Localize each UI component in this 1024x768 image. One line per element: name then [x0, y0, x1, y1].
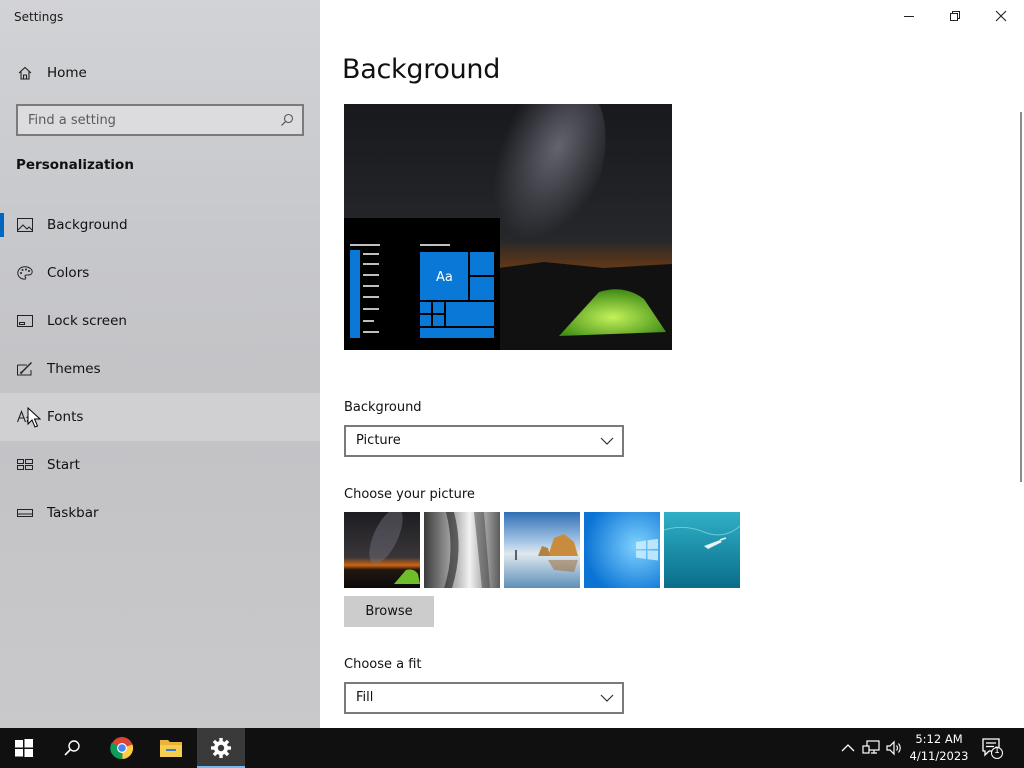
- thumbnail-underwater[interactable]: [664, 512, 740, 588]
- minimize-icon: [904, 16, 914, 17]
- home-label: Home: [47, 65, 87, 81]
- sidebar-item-lock-screen[interactable]: Lock screen: [0, 297, 320, 345]
- chevron-down-icon: [600, 694, 614, 702]
- search-box: [16, 104, 304, 136]
- fit-dropdown-value: Fill: [356, 690, 374, 705]
- choose-fit-label: Choose a fit: [344, 657, 422, 672]
- background-dropdown-value: Picture: [356, 433, 401, 448]
- thumbnail-night-sky[interactable]: [344, 512, 420, 588]
- gear-icon: [211, 738, 231, 758]
- home-icon: [18, 66, 32, 80]
- close-button[interactable]: [978, 0, 1024, 32]
- section-title: Personalization: [16, 157, 134, 173]
- chevron-down-icon: [600, 437, 614, 445]
- mouse-cursor-icon: [27, 407, 41, 428]
- sidebar-item-themes[interactable]: Themes: [0, 345, 320, 393]
- sidebar-item-background[interactable]: Background: [0, 201, 320, 249]
- search-icon[interactable]: [280, 113, 294, 127]
- clock-date: 4/11/2023: [909, 749, 969, 763]
- clock[interactable]: 5:12 AM 4/11/2023: [906, 731, 972, 765]
- sidebar-item-label: Start: [47, 457, 80, 473]
- network-icon[interactable]: [861, 738, 881, 758]
- clock-time: 5:12 AM: [915, 732, 963, 746]
- thumbnail-windows-blue[interactable]: [584, 512, 660, 588]
- settings-button[interactable]: [197, 728, 245, 768]
- lock-screen-icon: [17, 315, 33, 327]
- choose-picture-label: Choose your picture: [344, 487, 475, 502]
- scrollbar[interactable]: [1020, 112, 1022, 482]
- thumbnail-rock-cliff[interactable]: [424, 512, 500, 588]
- preview-image: [344, 104, 672, 350]
- preview-tile-label: Aa: [436, 270, 453, 285]
- sidebar-item-label: Taskbar: [47, 505, 99, 521]
- chrome-icon: [110, 737, 134, 760]
- sidebar-item-start[interactable]: Start: [0, 441, 320, 489]
- sidebar-item-label: Lock screen: [47, 313, 127, 329]
- picture-icon: [17, 218, 33, 232]
- thumbnail-beach-rocks[interactable]: [504, 512, 580, 588]
- search-input[interactable]: [18, 107, 268, 133]
- taskbar-icon: [17, 509, 33, 517]
- taskbar: 5:12 AM 4/11/2023 1: [0, 728, 1024, 768]
- fit-dropdown[interactable]: Fill: [344, 682, 624, 714]
- restore-button[interactable]: [932, 0, 978, 32]
- restore-icon: [950, 11, 960, 21]
- sidebar-item-colors[interactable]: Colors: [0, 249, 320, 297]
- minimize-button[interactable]: [886, 0, 932, 32]
- start-icon: [17, 459, 33, 470]
- palette-icon: [17, 266, 33, 280]
- file-explorer-button[interactable]: [147, 728, 195, 768]
- page-title: Background: [342, 54, 501, 85]
- notification-count: 1: [994, 746, 1000, 756]
- notification-icon: [982, 738, 1003, 759]
- folder-icon: [160, 740, 182, 757]
- sidebar-item-label: Themes: [47, 361, 101, 377]
- sidebar: Settings Home Personalization Background…: [0, 0, 320, 728]
- windows-logo-icon: [15, 739, 33, 757]
- search-icon: [64, 740, 80, 756]
- app-title: Settings: [14, 10, 64, 24]
- sidebar-item-taskbar[interactable]: Taskbar: [0, 489, 320, 537]
- chevron-up-icon[interactable]: [838, 738, 858, 758]
- background-dropdown[interactable]: Picture: [344, 425, 624, 457]
- start-button[interactable]: [0, 728, 48, 768]
- sidebar-item-fonts[interactable]: Fonts: [0, 393, 320, 441]
- sidebar-item-label: Background: [47, 217, 128, 233]
- themes-icon: [17, 362, 32, 376]
- chrome-button[interactable]: [98, 728, 146, 768]
- search-button[interactable]: [48, 728, 96, 768]
- main-panel: Background Aa Background Picture Choose …: [320, 0, 1024, 728]
- volume-icon[interactable]: [884, 738, 904, 758]
- sidebar-home[interactable]: Home: [0, 58, 320, 88]
- picture-thumbnails: [344, 512, 744, 588]
- browse-button[interactable]: Browse: [344, 596, 434, 627]
- close-icon: [995, 10, 1007, 22]
- background-preview: Aa: [344, 104, 672, 350]
- sidebar-item-label: Fonts: [47, 409, 84, 425]
- background-label: Background: [344, 400, 422, 415]
- sidebar-item-label: Colors: [47, 265, 90, 281]
- action-center-button[interactable]: 1: [980, 736, 1004, 760]
